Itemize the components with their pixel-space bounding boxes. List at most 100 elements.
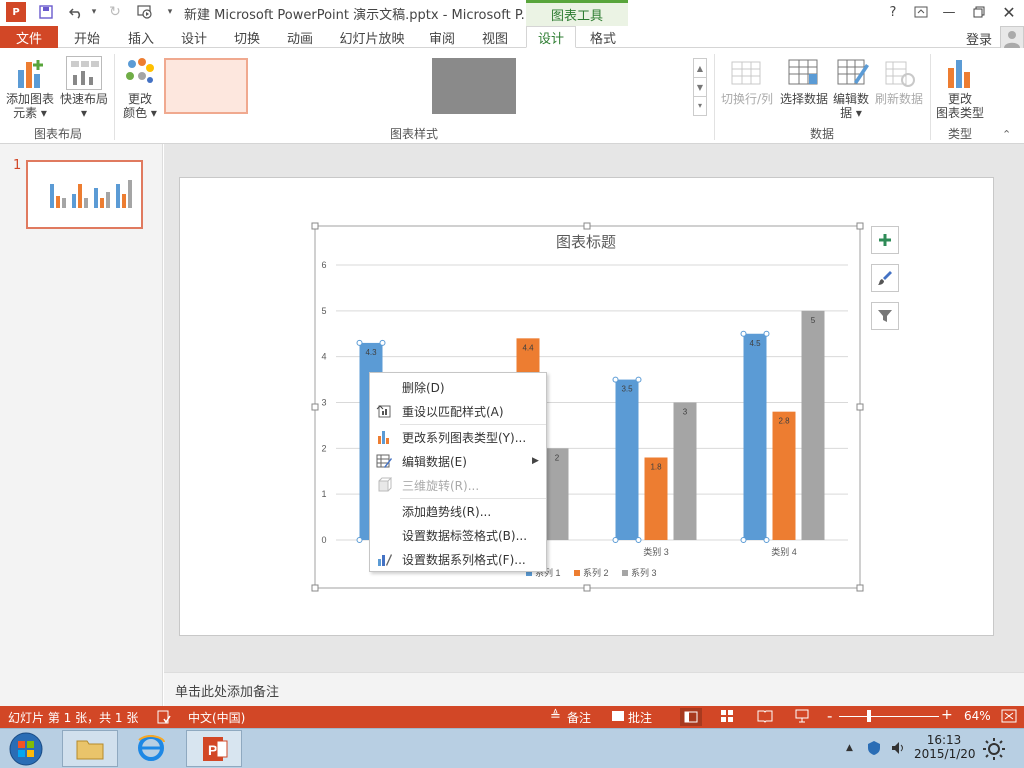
action-center-icon[interactable] (866, 740, 882, 759)
zoom-level[interactable]: 64% (964, 709, 991, 723)
volume-icon[interactable] (890, 740, 906, 759)
menu-item-reset-style[interactable]: 重设以匹配样式(A) (370, 399, 546, 423)
taskbar-ie[interactable] (124, 730, 180, 767)
chart-styles-button[interactable] (871, 264, 899, 292)
change-chart-type-icon[interactable] (944, 56, 974, 90)
normal-view-button[interactable] (680, 708, 702, 726)
tab-chart-design[interactable]: 设计 (526, 26, 576, 48)
chart-style-5[interactable] (520, 58, 604, 114)
notes-button[interactable]: 备注 (567, 709, 591, 726)
refresh-data-icon[interactable] (882, 56, 916, 90)
gallery-up-icon[interactable]: ▲ (694, 59, 706, 78)
ribbon-display-options-icon[interactable] (907, 0, 935, 24)
edit-data-icon[interactable] (836, 56, 870, 90)
zoom-in-button[interactable]: + (941, 707, 953, 723)
customize-toolbar-icon[interactable]: ▾ (160, 2, 180, 22)
gallery-down-icon[interactable]: ▼ (694, 78, 706, 97)
tab-review[interactable]: 审阅 (417, 26, 467, 48)
notes-placeholder[interactable]: 单击此处添加备注 (175, 681, 279, 700)
slide-thumbnail[interactable] (26, 160, 143, 229)
show-hidden-icons[interactable]: ▲ (846, 743, 853, 753)
zoom-slider-thumb[interactable] (867, 710, 871, 722)
menu-item-add-trendline[interactable]: 添加趋势线(R)... (370, 499, 546, 523)
chart-elements-button[interactable] (871, 226, 899, 254)
edit-data-icon (376, 454, 392, 468)
select-data-label[interactable]: 选择数据 (776, 92, 832, 106)
edit-data-label[interactable]: 编辑数 据 ▾ (828, 92, 874, 120)
powerpoint-app-icon[interactable]: P (6, 2, 26, 22)
minimize-button[interactable]: — (935, 0, 963, 24)
folder-icon (76, 740, 104, 760)
menu-item-format-data-labels[interactable]: 设置数据标签格式(B)... (370, 523, 546, 547)
chart-resize-handle (856, 222, 864, 230)
tab-home[interactable]: 开始 (62, 26, 112, 48)
tab-transitions[interactable]: 切换 (222, 26, 272, 48)
undo-icon[interactable] (66, 2, 86, 22)
chart-style-6[interactable] (608, 58, 692, 114)
tab-file[interactable]: 文件 (0, 26, 58, 48)
present-from-start-icon[interactable] (135, 2, 155, 22)
clock[interactable]: 16:13 2015/1/20 (914, 733, 976, 761)
comments-button[interactable]: 批注 (628, 709, 652, 726)
tab-chart-format[interactable]: 格式 (578, 26, 628, 48)
tab-slideshow[interactable]: 幻灯片放映 (332, 26, 412, 48)
chart-style-1[interactable] (164, 58, 248, 114)
slide-sorter-icon[interactable] (720, 709, 734, 726)
refresh-data-label[interactable]: 刷新数据 (872, 92, 926, 106)
zoom-out-button[interactable]: - (827, 707, 832, 725)
menu-item-label: 设置数据系列格式(F)... (402, 552, 526, 567)
quick-layout-icon[interactable] (66, 56, 102, 90)
chart-style-2[interactable] (252, 58, 336, 114)
select-data-icon[interactable] (787, 56, 821, 90)
chart-style-3[interactable] (342, 58, 426, 114)
selection-handle (635, 537, 642, 543)
tab-view[interactable]: 视图 (470, 26, 520, 48)
menu-item-change-series-type[interactable]: 更改系列图表类型(Y)... (370, 425, 546, 449)
chart-filters-button[interactable] (871, 302, 899, 330)
tab-design[interactable]: 设计 (169, 26, 219, 48)
chart-title[interactable]: 图表标题 (556, 234, 616, 251)
restore-button[interactable] (965, 0, 993, 24)
change-colors-label[interactable]: 更改 颜色 ▾ (118, 92, 162, 120)
menu-item-format-data-series[interactable]: 设置数据系列格式(F)... (370, 547, 546, 571)
change-colors-icon[interactable] (124, 56, 156, 90)
tab-animations[interactable]: 动画 (275, 26, 325, 48)
redo-icon[interactable]: ↻ (105, 2, 125, 22)
notes-icon[interactable]: ≜ (550, 709, 561, 724)
quick-layout-label[interactable]: 快速布局 ▾ (56, 92, 112, 120)
start-button-icon[interactable] (6, 731, 46, 767)
brightness-icon[interactable] (982, 737, 1006, 764)
add-chart-element-icon[interactable] (8, 56, 50, 92)
zoom-slider-track[interactable] (839, 716, 939, 717)
taskbar-explorer[interactable] (62, 730, 118, 767)
reading-view-icon[interactable] (757, 709, 773, 726)
menu-item-3d-rotation[interactable]: 三维旋转(R)... (370, 473, 546, 497)
fit-to-window-icon[interactable] (1001, 709, 1017, 726)
undo-dropdown-icon[interactable]: ▾ (84, 2, 104, 22)
group-separator (714, 54, 715, 140)
taskbar-powerpoint[interactable]: P (186, 730, 242, 767)
help-button[interactable]: ? (879, 0, 907, 24)
collapse-ribbon-icon[interactable]: ⌃ (1002, 128, 1011, 141)
comments-icon[interactable] (612, 711, 624, 721)
menu-item-delete[interactable]: 删除(D) (370, 375, 546, 399)
chart-style-4[interactable] (432, 58, 516, 114)
menu-item-edit-data[interactable]: 编辑数据(E) ▶ (370, 449, 546, 473)
close-button[interactable]: ✕ (995, 0, 1023, 24)
bar (615, 379, 639, 540)
gallery-more-icon[interactable]: ▾ (694, 97, 706, 115)
tab-insert[interactable]: 插入 (116, 26, 166, 48)
add-chart-element-label[interactable]: 添加图表 元素 ▾ (4, 92, 56, 120)
save-icon[interactable] (36, 2, 56, 22)
change-chart-type-label[interactable]: 更改 图表类型 (934, 92, 986, 120)
switch-row-column-label[interactable]: 切换行/列 (718, 92, 776, 106)
switch-row-column-icon[interactable] (730, 56, 764, 90)
slideshow-icon[interactable] (794, 709, 810, 726)
notes-pane[interactable]: 单击此处添加备注 (164, 672, 1024, 706)
spellcheck-icon[interactable] (157, 710, 171, 727)
user-avatar[interactable] (1000, 26, 1024, 50)
gallery-scroll[interactable]: ▲ ▼ ▾ (693, 58, 707, 116)
data-label: 4.4 (522, 343, 534, 352)
language-indicator[interactable]: 中文(中国) (188, 709, 245, 726)
sign-in-link[interactable]: 登录 (966, 29, 992, 48)
